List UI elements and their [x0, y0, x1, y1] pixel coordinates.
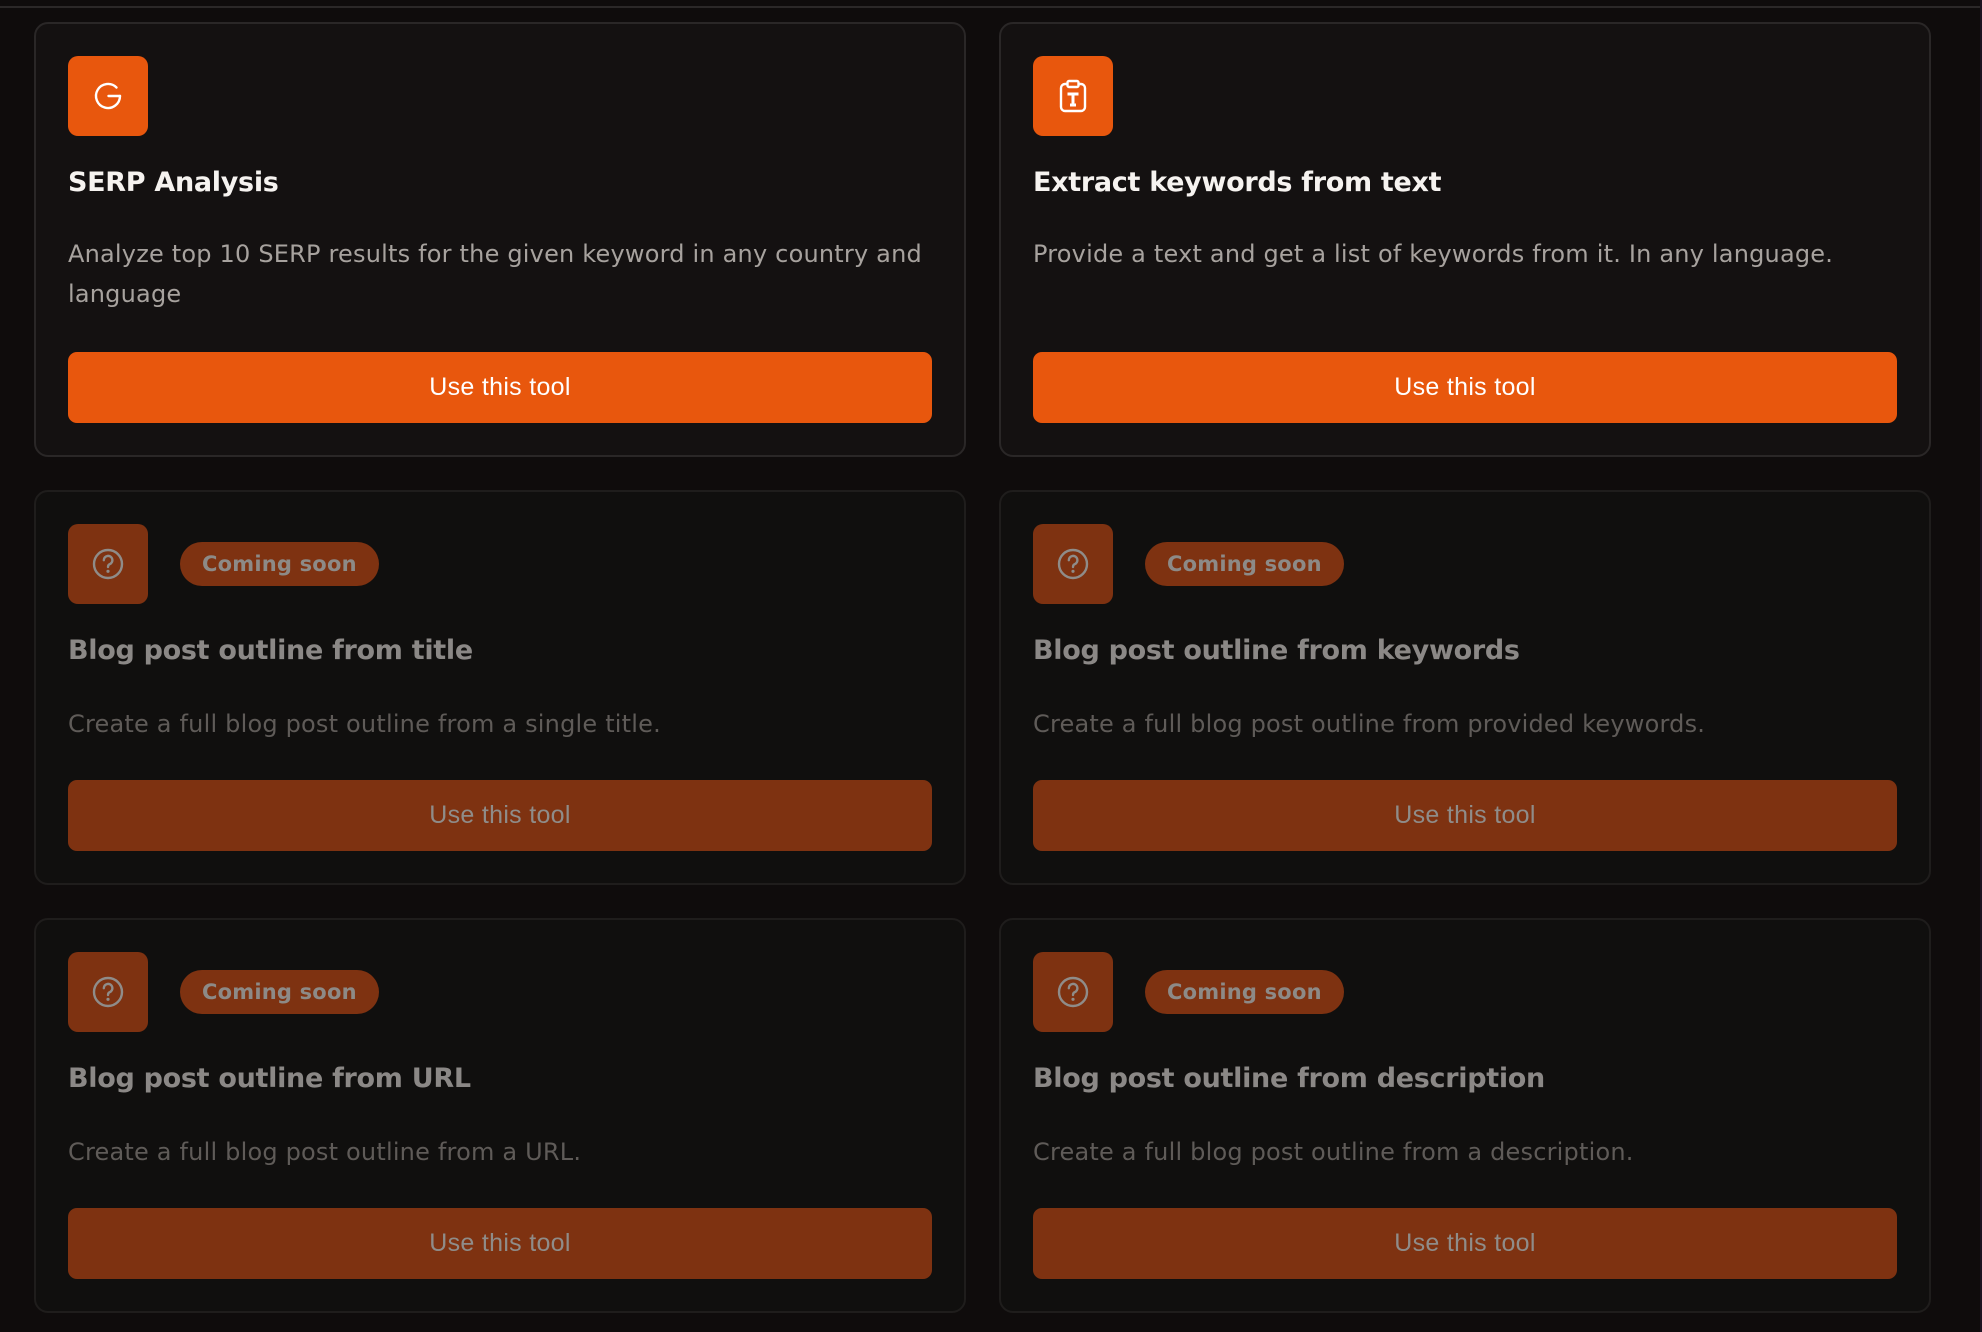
- tool-title: SERP Analysis: [68, 167, 279, 198]
- use-tool-button[interactable]: Use this tool: [1033, 1208, 1897, 1279]
- use-tool-button[interactable]: Use this tool: [1033, 352, 1897, 423]
- top-divider: [0, 6, 1980, 8]
- tool-card-outline-from-description: Coming soon Blog post outline from descr…: [999, 918, 1931, 1313]
- tool-card-extract-keywords: Extract keywords from text Provide a tex…: [999, 22, 1931, 457]
- coming-soon-badge: Coming soon: [1145, 970, 1344, 1014]
- tool-title: Blog post outline from description: [1033, 1063, 1545, 1094]
- tools-grid: SERP Analysis Analyze top 10 SERP result…: [34, 22, 1931, 1313]
- google-g-icon: [68, 56, 148, 136]
- tool-title: Blog post outline from title: [68, 635, 473, 666]
- question-circle-icon: [68, 524, 148, 604]
- tool-title: Blog post outline from URL: [68, 1063, 471, 1094]
- tool-title: Extract keywords from text: [1033, 167, 1442, 198]
- question-circle-icon: [68, 952, 148, 1032]
- tool-card-outline-from-keywords: Coming soon Blog post outline from keywo…: [999, 490, 1931, 885]
- tool-title: Blog post outline from keywords: [1033, 635, 1520, 666]
- clipboard-text-icon: [1033, 56, 1113, 136]
- tool-description: Analyze top 10 SERP results for the give…: [68, 240, 922, 308]
- tool-description: Create a full blog post outline from a s…: [68, 710, 661, 738]
- use-tool-button[interactable]: Use this tool: [68, 352, 932, 423]
- tool-description: Create a full blog post outline from a d…: [1033, 1138, 1634, 1166]
- use-tool-button[interactable]: Use this tool: [68, 1208, 932, 1279]
- use-tool-button[interactable]: Use this tool: [1033, 780, 1897, 851]
- question-circle-icon: [1033, 524, 1113, 604]
- question-circle-icon: [1033, 952, 1113, 1032]
- tool-card-serp-analysis: SERP Analysis Analyze top 10 SERP result…: [34, 22, 966, 457]
- coming-soon-badge: Coming soon: [1145, 542, 1344, 586]
- tool-description: Provide a text and get a list of keyword…: [1033, 240, 1834, 268]
- use-tool-button[interactable]: Use this tool: [68, 780, 932, 851]
- coming-soon-badge: Coming soon: [180, 970, 379, 1014]
- tool-card-outline-from-title: Coming soon Blog post outline from title…: [34, 490, 966, 885]
- tool-description: Create a full blog post outline from a U…: [68, 1138, 582, 1166]
- tool-card-outline-from-url: Coming soon Blog post outline from URL C…: [34, 918, 966, 1313]
- coming-soon-badge: Coming soon: [180, 542, 379, 586]
- tool-description: Create a full blog post outline from pro…: [1033, 710, 1706, 738]
